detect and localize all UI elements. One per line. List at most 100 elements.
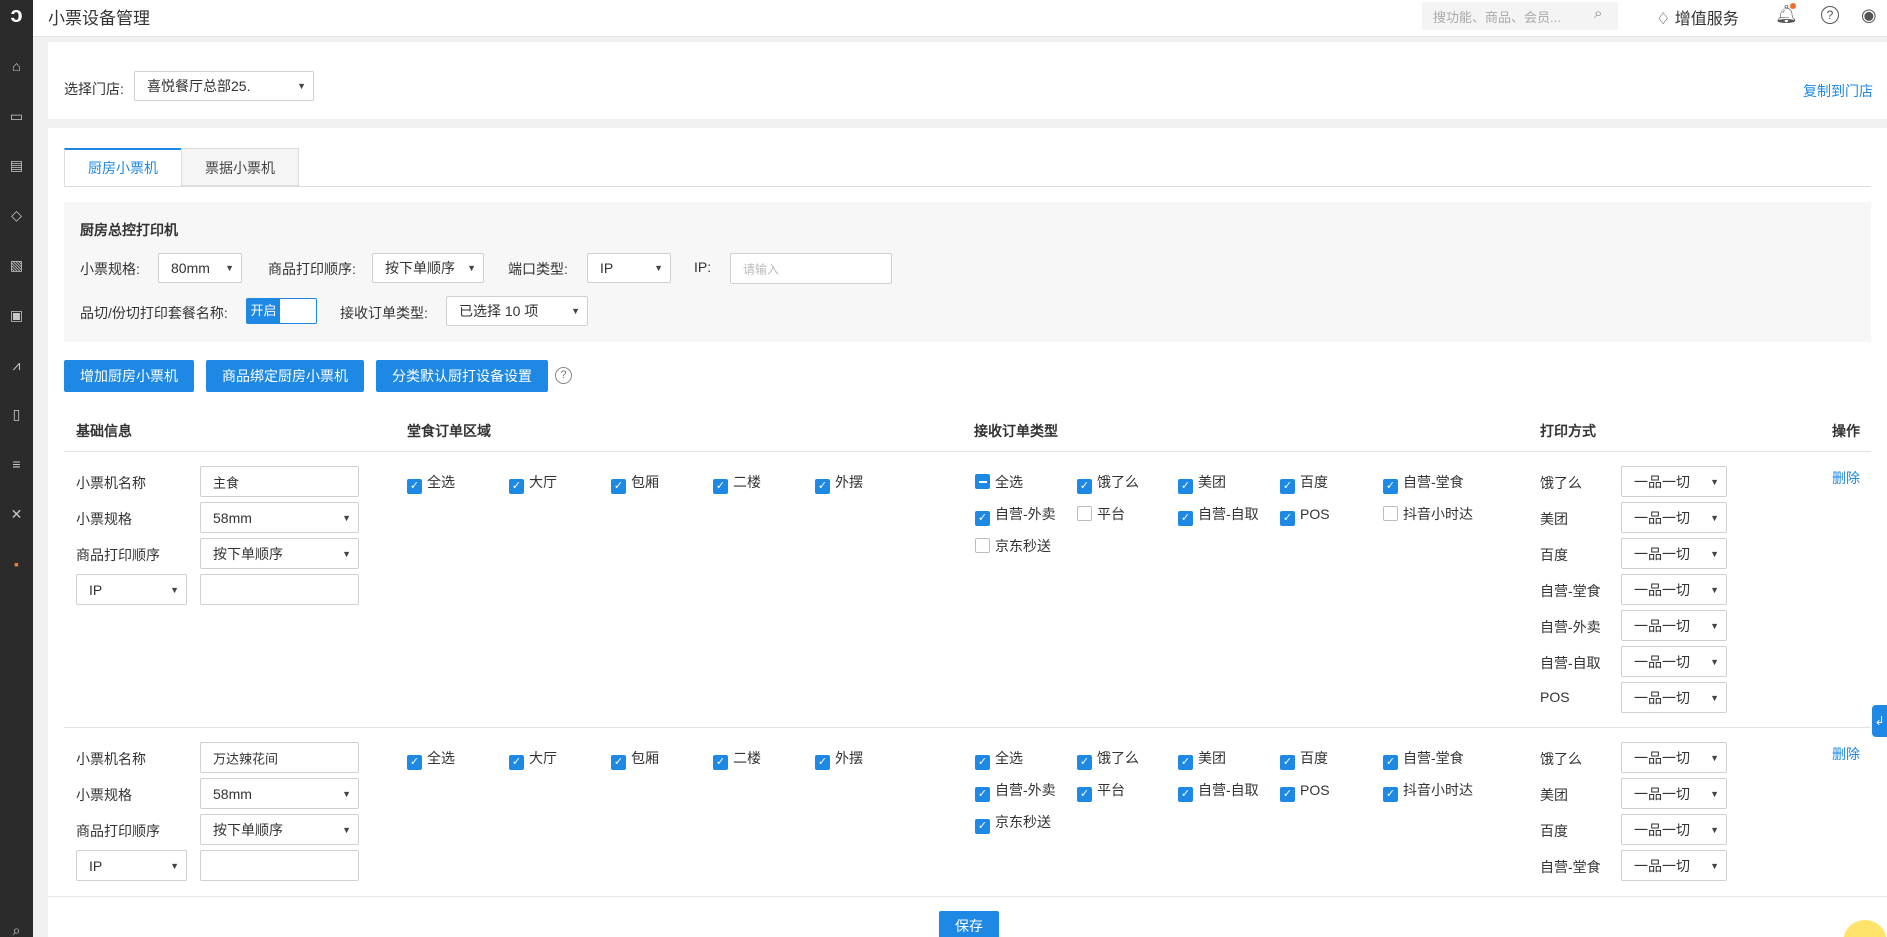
checkbox-icon[interactable]: ✓	[611, 755, 626, 770]
checkbox-icon[interactable]: ✓	[1383, 479, 1398, 494]
checkbox-icon[interactable]: ✓	[975, 819, 990, 834]
recv-type-checkbox[interactable]: ✓ 饿了么	[1077, 749, 1139, 770]
checkbox-icon[interactable]: ✓	[509, 479, 524, 494]
area-checkbox[interactable]: ✓ 二楼	[713, 473, 761, 494]
print-mode-select[interactable]: 一品一切 ▼	[1621, 646, 1727, 677]
delete-button[interactable]: 删除	[1832, 468, 1860, 488]
checkbox-icon[interactable]: ✓	[1280, 479, 1295, 494]
document-icon[interactable]: ▯	[4, 404, 29, 424]
order-icon[interactable]: ▤	[4, 155, 29, 175]
print-mode-select[interactable]: 一品一切 ▼	[1621, 742, 1727, 773]
printer-ip-input[interactable]	[200, 574, 359, 605]
search-icon[interactable]: ⌕	[1594, 5, 1602, 22]
recv-type-checkbox[interactable]: ✓ 京东秒送	[975, 813, 1051, 834]
printer-port-select[interactable]: IP ▼	[76, 850, 187, 881]
add-kitchen-printer-button[interactable]: 增加厨房小票机	[64, 360, 194, 392]
cashier-icon[interactable]: ▭	[4, 106, 29, 126]
recv-type-checkbox[interactable]: 平台	[1077, 505, 1125, 523]
master-spec-select[interactable]: 80mm ▼	[158, 253, 242, 283]
area-checkbox[interactable]: ✓ 包厢	[611, 749, 659, 770]
combo-toggle[interactable]: 开启	[246, 298, 317, 324]
tools-icon[interactable]: ✕	[4, 504, 29, 524]
checkbox-icon[interactable]: ✓	[1383, 755, 1398, 770]
print-mode-select[interactable]: 一品一切 ▼	[1621, 502, 1727, 533]
checkbox-icon[interactable]: ✓	[975, 787, 990, 802]
tab-receipt-printer[interactable]: 票据小票机	[181, 148, 299, 186]
recv-type-checkbox[interactable]: ✓ POS	[1280, 505, 1330, 526]
recv-type-checkbox[interactable]: ✓ 全选	[975, 749, 1023, 770]
area-checkbox[interactable]: ✓ 外摆	[815, 473, 863, 494]
global-search-input[interactable]: 搜功能、商品、会员... ⌕	[1422, 2, 1618, 30]
recv-type-checkbox[interactable]: ✓ 自营-自取	[1178, 781, 1259, 802]
printer-port-select[interactable]: IP ▼	[76, 574, 187, 605]
recv-type-checkbox[interactable]: ✓ 平台	[1077, 781, 1125, 802]
checkbox-icon[interactable]	[1383, 506, 1398, 521]
recv-type-checkbox[interactable]: ✓ 百度	[1280, 749, 1328, 770]
area-checkbox[interactable]: ✓ 包厢	[611, 473, 659, 494]
checkbox-icon[interactable]: ✓	[975, 755, 990, 770]
printer-name-input[interactable]: 主食	[200, 466, 359, 497]
checkbox-icon[interactable]: ✓	[1383, 787, 1398, 802]
print-mode-select[interactable]: 一品一切 ▼	[1621, 850, 1727, 881]
area-checkbox[interactable]: ✓ 二楼	[713, 749, 761, 770]
checkbox-icon[interactable]: ✓	[407, 755, 422, 770]
print-mode-select[interactable]: 一品一切 ▼	[1621, 610, 1727, 641]
value-added-service-link[interactable]: ♢ 增值服务	[1656, 5, 1739, 29]
recv-type-checkbox[interactable]: ✓ 抖音小时达	[1383, 781, 1473, 802]
help-icon[interactable]: ?	[1821, 6, 1839, 24]
store-select[interactable]: 喜悦餐厅总部25. ▼	[134, 71, 314, 101]
delete-button[interactable]: 删除	[1832, 744, 1860, 764]
print-mode-select[interactable]: 一品一切 ▼	[1621, 574, 1727, 605]
recv-type-checkbox[interactable]: ✓ 饿了么	[1077, 473, 1139, 494]
master-ip-input[interactable]: 请输入	[730, 253, 892, 284]
printer-ip-input[interactable]	[200, 850, 359, 881]
save-button[interactable]: 保存	[939, 911, 999, 937]
print-mode-select[interactable]: 一品一切 ▼	[1621, 538, 1727, 569]
checkbox-icon[interactable]: ✓	[1280, 787, 1295, 802]
search-nav-icon[interactable]: ⌕	[4, 920, 29, 937]
help-circle-icon[interactable]: ?	[555, 367, 572, 384]
printer-name-input[interactable]: 万达辣花间	[200, 742, 359, 773]
checkbox-icon[interactable]: ✓	[1077, 755, 1092, 770]
printer-order-select[interactable]: 按下单顺序 ▼	[200, 814, 359, 845]
print-mode-select[interactable]: 一品一切 ▼	[1621, 682, 1727, 713]
checkbox-icon[interactable]: ✓	[975, 511, 990, 526]
checkbox-icon[interactable]: ✓	[713, 479, 728, 494]
area-checkbox[interactable]: ✓ 全选	[407, 473, 455, 494]
area-checkbox[interactable]: ✓ 大厅	[509, 749, 557, 770]
diamond-icon[interactable]: ◇	[4, 205, 29, 225]
recv-type-checkbox[interactable]: ✓ 百度	[1280, 473, 1328, 494]
checkbox-icon[interactable]: ✓	[1280, 755, 1295, 770]
member-icon[interactable]: ▣	[4, 305, 29, 325]
logo-icon[interactable]: ↄ	[0, 0, 33, 32]
recv-type-checkbox[interactable]: 京东秒送	[975, 537, 1051, 555]
printer-order-select[interactable]: 按下单顺序 ▼	[200, 538, 359, 569]
apps-icon[interactable]: ▪	[4, 554, 29, 574]
master-port-select[interactable]: IP ▼	[587, 253, 671, 283]
checkbox-icon[interactable]: ✓	[1178, 755, 1193, 770]
bind-product-printer-button[interactable]: 商品绑定厨房小票机	[206, 360, 364, 392]
master-order-select[interactable]: 按下单顺序 ▼	[372, 253, 484, 283]
checkbox-icon[interactable]: ✓	[1077, 479, 1092, 494]
recv-type-checkbox[interactable]: 抖音小时达	[1383, 505, 1473, 523]
recv-type-checkbox[interactable]: 全选	[975, 473, 1023, 491]
settings-slider-icon[interactable]: ≡	[4, 454, 29, 474]
print-mode-select[interactable]: 一品一切 ▼	[1621, 814, 1727, 845]
checkbox-icon[interactable]: ✓	[1077, 787, 1092, 802]
print-mode-select[interactable]: 一品一切 ▼	[1621, 466, 1727, 497]
user-icon[interactable]: ◉	[1861, 5, 1877, 26]
checkbox-icon[interactable]	[1077, 506, 1092, 521]
recv-type-checkbox[interactable]: ✓ 自营-自取	[1178, 505, 1259, 526]
area-checkbox[interactable]: ✓ 全选	[407, 749, 455, 770]
recv-type-checkbox[interactable]: ✓ 自营-堂食	[1383, 473, 1464, 494]
category-default-printer-button[interactable]: 分类默认厨打设备设置	[376, 360, 548, 392]
side-float-icon[interactable]: ↲	[1872, 705, 1887, 737]
recv-type-checkbox[interactable]: ✓ 自营-外卖	[975, 505, 1056, 526]
checkbox-icon[interactable]: ✓	[1178, 479, 1193, 494]
recv-type-checkbox[interactable]: ✓ POS	[1280, 781, 1330, 802]
checkbox-icon[interactable]: ✓	[1178, 787, 1193, 802]
print-mode-select[interactable]: 一品一切 ▼	[1621, 778, 1727, 809]
checkbox-icon[interactable]: ✓	[815, 479, 830, 494]
recv-type-checkbox[interactable]: ✓ 自营-堂食	[1383, 749, 1464, 770]
checkbox-icon[interactable]: ✓	[1178, 511, 1193, 526]
